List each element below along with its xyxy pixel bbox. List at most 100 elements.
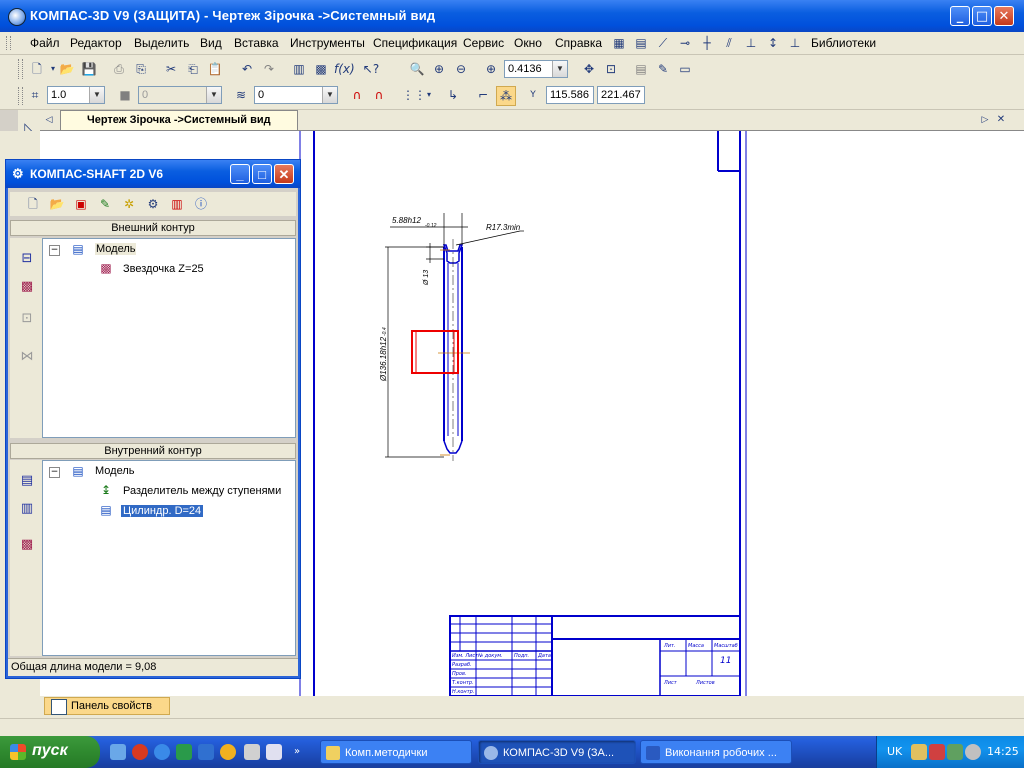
coord-x-field[interactable]: 115.586 — [546, 86, 594, 104]
dropdown-arrow-icon[interactable]: ▾ — [420, 86, 438, 104]
snap-magnet-icon[interactable]: ∩ — [348, 86, 366, 104]
coord-y-field[interactable]: 221.467 — [597, 86, 645, 104]
chevron-down-icon[interactable]: ▼ — [89, 87, 104, 103]
start-button[interactable]: пуск — [0, 736, 100, 768]
menu-edit[interactable]: Редактор — [70, 36, 122, 50]
menu-specification[interactable]: Спецификация — [373, 36, 457, 50]
shaft-close-button[interactable]: ✕ — [274, 164, 294, 184]
inner-cone-icon[interactable]: ▥ — [16, 498, 38, 520]
toolbar-grip[interactable] — [18, 87, 23, 105]
task-kompas[interactable]: КОМПАС-3D V9 (ЗА... — [478, 740, 636, 764]
variables-icon[interactable]: ▩ — [312, 60, 330, 78]
round-icon[interactable]: ⁂ — [496, 86, 516, 106]
menu-view[interactable]: Вид — [200, 36, 222, 50]
local-cs-icon[interactable]: ↳ — [444, 86, 462, 104]
horizontal-tool-icon[interactable]: ⊸ — [676, 34, 694, 52]
save-icon[interactable]: 💾 — [80, 60, 98, 78]
minimize-button[interactable]: _ — [950, 6, 970, 26]
tray-app-icon[interactable] — [911, 744, 927, 760]
menu-libraries[interactable]: Библиотеки — [811, 36, 876, 50]
calculate-icon[interactable]: ⚙ — [144, 195, 162, 213]
undo-icon[interactable]: ↶ — [238, 60, 256, 78]
properties-panel-tab[interactable]: Панель свойств — [44, 697, 170, 715]
mail-icon[interactable] — [198, 744, 214, 760]
outer-model-label[interactable]: Модель — [95, 243, 137, 255]
cylinder-icon[interactable]: ⊟ — [16, 248, 38, 270]
inner-cylinder-label[interactable]: Цилиндр. D=24 — [121, 505, 204, 517]
open-folder-icon[interactable]: 📂 — [58, 60, 76, 78]
toolbar-grip[interactable] — [6, 36, 11, 50]
function-icon[interactable]: f(x) — [334, 60, 355, 78]
info-icon[interactable]: ⓘ — [192, 195, 210, 213]
opera-icon[interactable] — [132, 744, 148, 760]
menu-select[interactable]: Выделить — [134, 36, 189, 50]
cut-icon[interactable]: ✂ — [162, 60, 180, 78]
pen-icon[interactable] — [266, 744, 282, 760]
shaft-maximize-button[interactable]: □ — [252, 164, 272, 184]
menu-window[interactable]: Окно — [514, 36, 542, 50]
grid-step-icon[interactable]: ⌗ — [26, 86, 44, 104]
gear-wheel-icon[interactable]: ▩ — [16, 276, 38, 298]
network-icon[interactable] — [110, 744, 126, 760]
redo-icon[interactable]: ↷ — [260, 60, 278, 78]
save-model-icon[interactable]: ▣ — [72, 195, 90, 213]
spec-icon[interactable]: ▤ — [632, 34, 650, 52]
line-scale-combo[interactable]: 1.0 ▼ — [47, 86, 105, 104]
open-model-icon[interactable]: 📂 — [48, 195, 66, 213]
zoom-scale-icon[interactable]: ⊕ — [482, 60, 500, 78]
zoom-out-icon[interactable]: ⊖ — [452, 60, 470, 78]
local-snap-icon[interactable]: ∩ — [370, 86, 388, 104]
document-icon[interactable] — [244, 744, 260, 760]
grid-icon[interactable]: ⋮⋮ — [402, 86, 426, 104]
collapse-icon[interactable]: − — [49, 245, 60, 256]
layer-combo[interactable]: 0 ▼ — [254, 86, 338, 104]
ortho-icon[interactable]: ⌐ — [474, 86, 492, 104]
messenger-icon[interactable] — [176, 744, 192, 760]
menu-file[interactable]: Файл — [30, 36, 60, 50]
quicklaunch-more-icon[interactable]: » — [294, 746, 300, 757]
toolbar-grip[interactable] — [18, 59, 23, 79]
menu-insert[interactable]: Вставка — [234, 36, 279, 50]
perpendicular-tool-icon[interactable]: ⊥ — [742, 34, 760, 52]
dimension-tool-icon[interactable]: ↕ — [764, 34, 782, 52]
chevron-down-icon[interactable]: ▼ — [552, 61, 567, 77]
edit-model-icon[interactable]: ✎ — [96, 195, 114, 213]
tray-volume-icon[interactable] — [965, 744, 981, 760]
properties-icon[interactable]: ✎ — [654, 60, 672, 78]
outer-sprocket-label[interactable]: Звездочка Z=25 — [123, 263, 204, 275]
maximize-button[interactable]: □ — [972, 6, 992, 26]
base-tool-icon[interactable]: ⊥ — [786, 34, 804, 52]
browser-icon[interactable] — [154, 744, 170, 760]
parallel-tool-icon[interactable]: ⫽ — [720, 34, 738, 52]
library-manager-icon[interactable]: ▦ — [610, 34, 628, 52]
task-methodics[interactable]: Комп.методички — [320, 740, 472, 764]
menu-help[interactable]: Справка — [555, 36, 602, 50]
line-tool-icon[interactable]: ⟋ — [654, 34, 672, 52]
pan-icon[interactable]: ✥ — [580, 60, 598, 78]
copy-icon[interactable]: ⎗ — [184, 60, 202, 78]
language-indicator[interactable]: UK — [887, 745, 902, 758]
print-preview-icon[interactable]: ⎘ — [132, 60, 150, 78]
vertical-tool-icon[interactable]: ┼ — [698, 34, 716, 52]
menu-tools[interactable]: Инструменты — [290, 36, 365, 50]
fullscreen-icon[interactable]: ▭ — [676, 60, 694, 78]
menu-service[interactable]: Сервис — [463, 36, 504, 50]
layer-icon[interactable]: ≋ — [232, 86, 250, 104]
export-icon[interactable]: ▥ — [168, 195, 186, 213]
cone-icon[interactable]: ⊡ — [16, 308, 38, 330]
tab-scroll-left-icon[interactable]: ◁ — [40, 111, 58, 129]
inner-thread-icon[interactable]: ▩ — [16, 534, 38, 556]
print-icon[interactable]: ⎙ — [110, 60, 128, 78]
media-player-icon[interactable] — [220, 744, 236, 760]
zoom-combo[interactable]: 0.4136 ▼ — [504, 60, 568, 78]
inner-cylinder-icon[interactable]: ▤ — [16, 470, 38, 492]
shaft-minimize-button[interactable]: _ — [230, 164, 250, 184]
collapse-icon[interactable]: − — [49, 467, 60, 478]
tray-security-icon[interactable] — [947, 744, 963, 760]
zoom-window-icon[interactable]: 🔍 — [408, 60, 426, 78]
paste-icon[interactable]: 📋 — [206, 60, 224, 78]
chevron-down-icon[interactable]: ▼ — [322, 87, 337, 103]
tray-network-icon[interactable] — [929, 744, 945, 760]
inner-divider-label[interactable]: Разделитель между ступенями — [123, 485, 281, 497]
refresh-icon[interactable]: ▤ — [632, 60, 650, 78]
